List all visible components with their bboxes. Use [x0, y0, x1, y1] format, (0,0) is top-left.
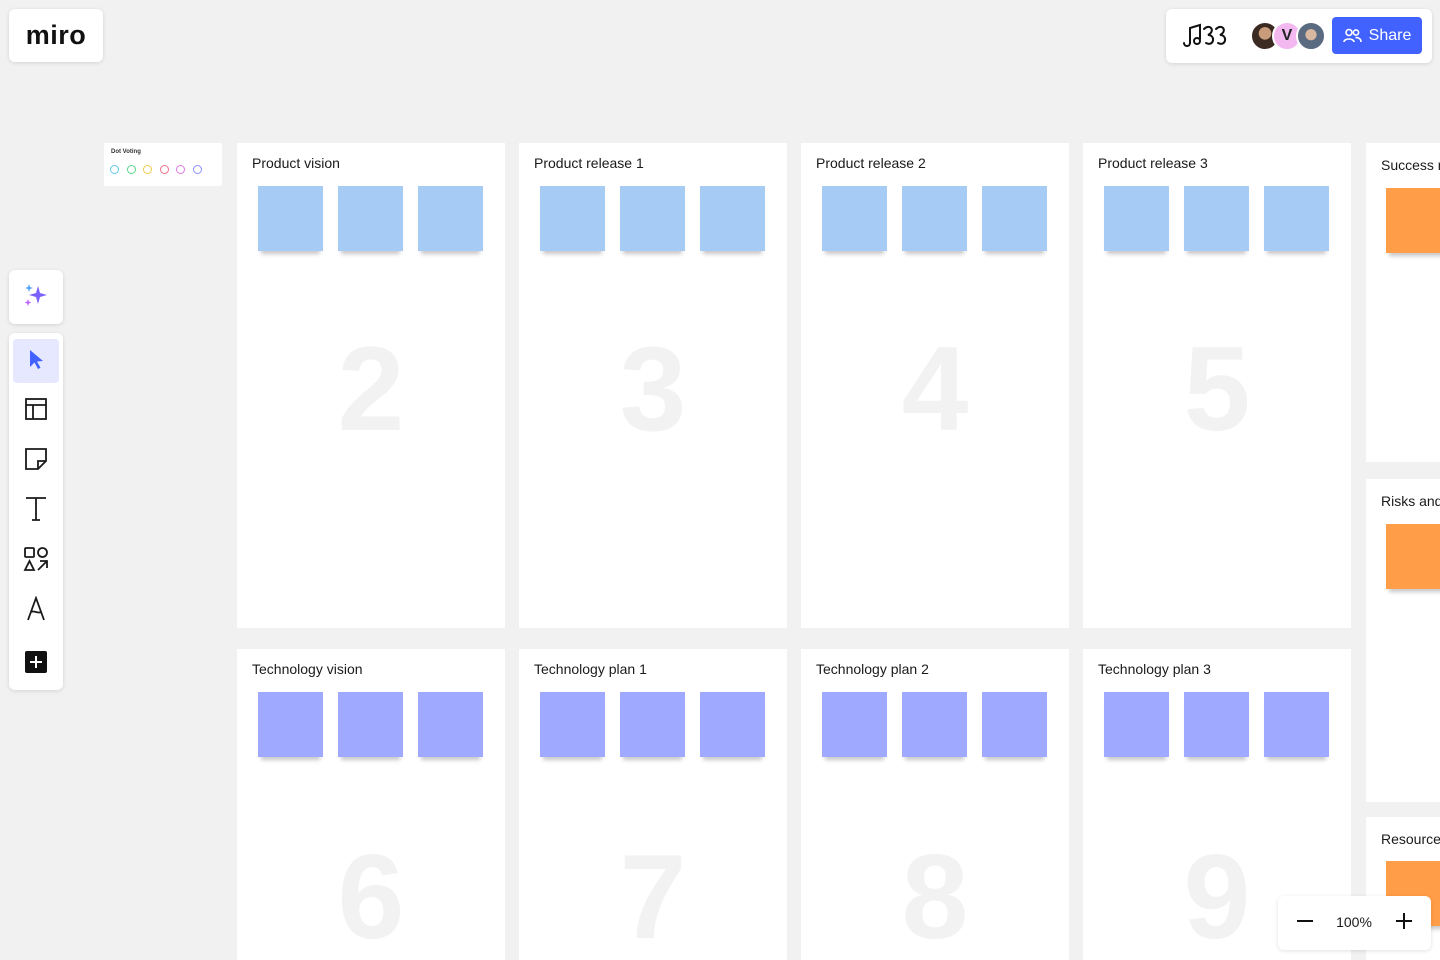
sticky-note[interactable] — [1184, 186, 1249, 251]
zoom-in-button[interactable] — [1389, 908, 1419, 938]
avatar[interactable] — [1296, 21, 1326, 51]
frame-number: 4 — [901, 322, 969, 456]
pen-icon — [25, 594, 47, 627]
vote-dot[interactable] — [126, 165, 136, 174]
frame-title: Product vision — [252, 155, 340, 171]
sticky-note[interactable] — [338, 186, 403, 251]
frame-title: Resource — [1381, 831, 1440, 847]
frame-title: Technology plan 1 — [534, 661, 647, 677]
zoom-level[interactable]: 100% — [1328, 914, 1380, 930]
frame-number: 3 — [619, 322, 687, 456]
collaborator-avatars[interactable]: V — [1250, 21, 1334, 51]
frame-product-vision[interactable]: Product vision 2 — [237, 143, 505, 628]
select-tool[interactable] — [13, 339, 59, 383]
frame-product-release-2[interactable]: Product release 2 4 — [801, 143, 1069, 628]
sticky-note[interactable] — [418, 186, 483, 251]
plus-square-icon — [24, 650, 48, 679]
sticky-note[interactable] — [1264, 692, 1329, 757]
text-tool[interactable] — [13, 489, 59, 533]
sticky-note[interactable] — [982, 186, 1047, 251]
frame-number: 8 — [901, 830, 969, 960]
board-logo-card[interactable]: miro — [9, 9, 103, 62]
frame-title: Technology plan 3 — [1098, 661, 1211, 677]
share-button[interactable]: Share — [1332, 17, 1422, 54]
dot-voting-widget[interactable]: Dot Voting — [104, 143, 222, 186]
frame-success[interactable]: Success r — [1366, 143, 1440, 462]
frame-title: Technology vision — [252, 661, 363, 677]
pen-tool[interactable] — [13, 589, 59, 633]
frame-title: Success r — [1381, 157, 1440, 173]
sticky-note[interactable] — [1264, 186, 1329, 251]
vote-dot[interactable] — [176, 165, 185, 174]
miro-logo: miro — [25, 20, 87, 50]
vote-dot[interactable] — [159, 165, 169, 174]
frame-title: Product release 3 — [1098, 155, 1208, 171]
sticky-note[interactable] — [258, 186, 323, 251]
dot-voting-title: Dot Voting — [111, 149, 141, 155]
music-notes-reaction-icon[interactable] — [1180, 21, 1232, 51]
people-icon — [1342, 28, 1362, 43]
sticky-note[interactable] — [1184, 692, 1249, 757]
frame-product-release-3[interactable]: Product release 3 5 — [1083, 143, 1351, 628]
left-toolbar — [9, 333, 63, 690]
plus-icon — [1395, 912, 1413, 935]
cursor-icon — [26, 348, 46, 375]
vote-dots — [110, 165, 202, 174]
templates-icon — [24, 397, 48, 426]
frame-title: Product release 2 — [816, 155, 926, 171]
shapes-tool[interactable] — [13, 539, 59, 583]
sticky-note[interactable] — [620, 186, 685, 251]
sticky-note[interactable] — [540, 186, 605, 251]
frame-title: Technology plan 2 — [816, 661, 929, 677]
frame-product-release-1[interactable]: Product release 1 3 — [519, 143, 787, 628]
more-tools-button[interactable] — [13, 642, 59, 686]
ai-assist-button[interactable] — [9, 270, 63, 324]
shapes-icon — [23, 546, 49, 577]
sticky-note[interactable] — [700, 692, 765, 757]
sticky-note[interactable] — [902, 186, 967, 251]
frame-technology-plan-2[interactable]: Technology plan 2 8 — [801, 649, 1069, 960]
vote-dot[interactable] — [110, 165, 119, 174]
frame-technology-vision[interactable]: Technology vision 6 — [237, 649, 505, 960]
frame-risks[interactable]: Risks and — [1366, 479, 1440, 802]
frame-technology-plan-1[interactable]: Technology plan 1 7 — [519, 649, 787, 960]
frame-number: 2 — [337, 322, 405, 456]
sticky-note[interactable] — [1104, 692, 1169, 757]
frame-number: 7 — [619, 830, 687, 960]
templates-tool[interactable] — [13, 389, 59, 433]
frame-title: Product release 1 — [534, 155, 644, 171]
sticky-note[interactable] — [1386, 188, 1440, 253]
share-label: Share — [1368, 26, 1412, 44]
sticky-note[interactable] — [338, 692, 403, 757]
zoom-control: 100% — [1278, 896, 1431, 950]
sticky-note[interactable] — [620, 692, 685, 757]
vote-dot[interactable] — [143, 165, 152, 174]
sticky-note-icon — [24, 447, 48, 476]
sticky-note[interactable] — [822, 692, 887, 757]
sparkle-icon — [23, 282, 49, 313]
sticky-note[interactable] — [1104, 186, 1169, 251]
zoom-out-button[interactable] — [1290, 908, 1320, 938]
sticky-note[interactable] — [902, 692, 967, 757]
sticky-note[interactable] — [1386, 524, 1440, 589]
sticky-note[interactable] — [418, 692, 483, 757]
collaboration-bar: V Share — [1166, 9, 1432, 63]
vote-dot[interactable] — [192, 165, 202, 174]
sticky-note[interactable] — [540, 692, 605, 757]
text-icon — [24, 496, 48, 527]
sticky-note[interactable] — [822, 186, 887, 251]
frame-number: 5 — [1183, 322, 1251, 456]
minus-icon — [1296, 912, 1314, 935]
frame-title: Risks and — [1381, 493, 1440, 509]
frame-number: 6 — [337, 830, 405, 960]
sticky-note[interactable] — [700, 186, 765, 251]
sticky-note-tool[interactable] — [13, 439, 59, 483]
sticky-note[interactable] — [982, 692, 1047, 757]
sticky-note[interactable] — [258, 692, 323, 757]
